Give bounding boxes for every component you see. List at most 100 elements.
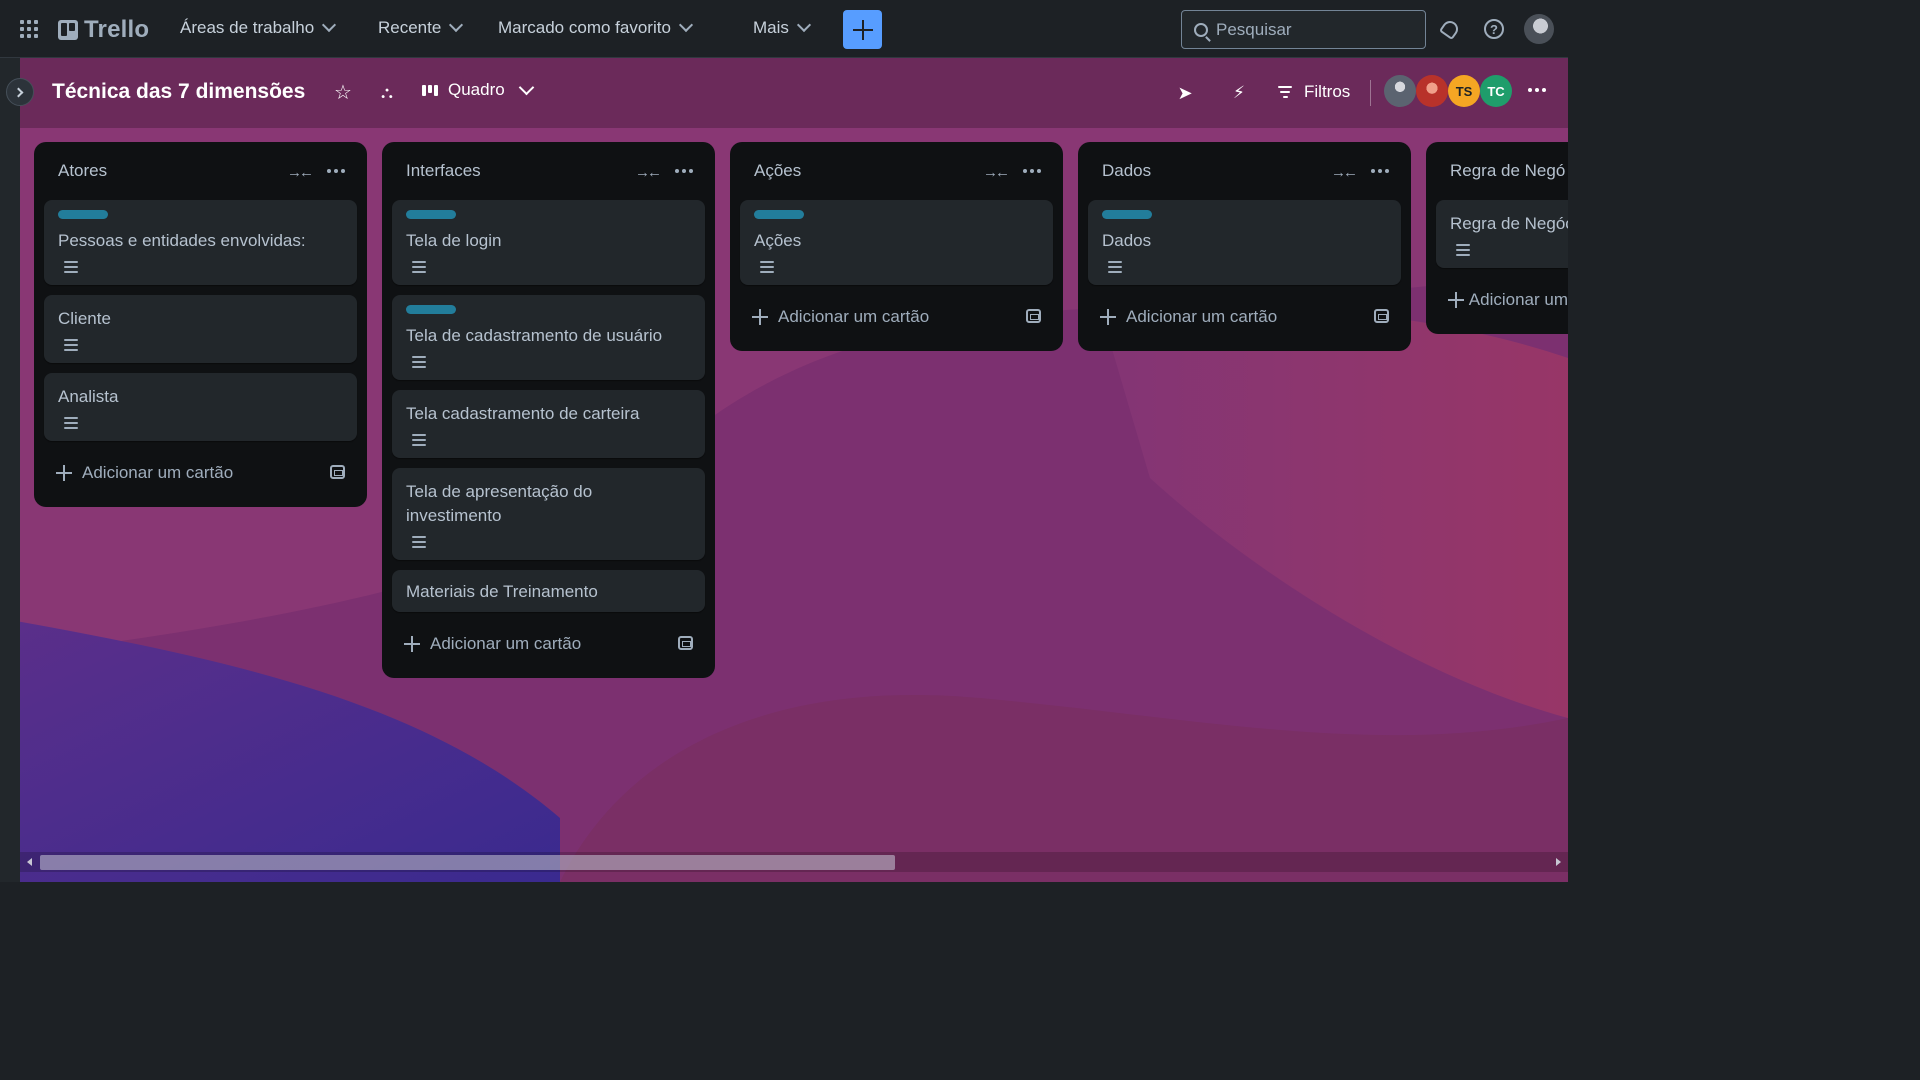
- list-menu-icon[interactable]: [675, 169, 693, 173]
- card-title: Cliente: [58, 309, 111, 328]
- card-label[interactable]: [406, 210, 456, 219]
- list-title[interactable]: Dados: [1102, 161, 1151, 181]
- chevron-down-icon: [322, 17, 337, 33]
- nav-workspaces[interactable]: Áreas de trabalho: [180, 17, 337, 38]
- nav-starred[interactable]: Marcado como favorito: [498, 17, 693, 38]
- collapse-list-icon[interactable]: →←: [983, 164, 1010, 181]
- card-title: Tela de login: [406, 231, 502, 250]
- card-label[interactable]: [58, 210, 108, 219]
- card-title: Ações: [754, 231, 802, 250]
- search-box[interactable]: [1181, 10, 1426, 49]
- app-switcher-icon[interactable]: [18, 18, 40, 40]
- plus-icon: [1100, 309, 1116, 325]
- list-title[interactable]: Atores: [58, 161, 107, 181]
- list-menu-icon[interactable]: [327, 169, 345, 173]
- card-template-icon[interactable]: [1374, 309, 1389, 323]
- star-icon[interactable]: ☆: [332, 82, 354, 104]
- top-navigation-bar: Trello Áreas de trabalho Recente Marcado…: [0, 0, 1568, 58]
- sidebar-toggle-button[interactable]: [6, 78, 34, 106]
- plus-icon: [752, 309, 768, 325]
- chevron-down-icon: [796, 17, 811, 33]
- nav-more[interactable]: Mais: [753, 17, 811, 38]
- nav-more-label: Mais: [753, 18, 789, 37]
- member-avatar[interactable]: [1416, 75, 1448, 107]
- notifications-button[interactable]: [1438, 17, 1462, 41]
- help-icon: ?: [1484, 19, 1504, 39]
- list-header[interactable]: Atores →←: [44, 142, 357, 200]
- collapse-list-icon[interactable]: →←: [287, 164, 314, 181]
- list-menu-icon[interactable]: [1023, 169, 1041, 173]
- plus-icon: [1448, 292, 1464, 308]
- board-canvas: Técnica das 7 dimensões ☆ ⛬ Quadro ➤ ⚡ F…: [0, 58, 1568, 882]
- card[interactable]: Materiais de Treinamento: [392, 570, 705, 612]
- card-template-icon[interactable]: [1026, 309, 1041, 323]
- trello-logo[interactable]: Trello: [58, 16, 149, 44]
- board-title[interactable]: Técnica das 7 dimensões: [52, 80, 305, 104]
- card-title: Regra de Negóc: [1450, 214, 1568, 233]
- card[interactable]: Tela de login: [392, 200, 705, 285]
- card[interactable]: Tela cadastramento de carteira: [392, 390, 705, 458]
- filters-button[interactable]: Filtros: [1278, 82, 1350, 102]
- account-avatar[interactable]: [1524, 14, 1554, 44]
- card[interactable]: Tela de cadastramento de usuário: [392, 295, 705, 380]
- list-header[interactable]: Dados →←: [1088, 142, 1401, 200]
- card-title: Tela de apresentação do investimento: [406, 482, 593, 525]
- description-icon: [64, 261, 78, 273]
- automation-icon[interactable]: ⚡: [1228, 82, 1250, 104]
- list-title[interactable]: Ações: [754, 161, 801, 181]
- nav-recent-label: Recente: [378, 18, 442, 37]
- description-icon: [412, 261, 426, 273]
- search-input[interactable]: [1216, 19, 1406, 40]
- nav-recent[interactable]: Recente: [378, 17, 464, 38]
- search-icon: [1194, 22, 1208, 37]
- add-card-button[interactable]: Adicionar um cartão: [740, 295, 1053, 339]
- list-acoes: Ações →← Ações Adicionar um cartão: [730, 142, 1063, 351]
- list-header[interactable]: Regra de Negó: [1436, 142, 1568, 200]
- workspace-visibility-icon[interactable]: ⛬: [376, 82, 398, 104]
- plus-icon: [852, 19, 873, 40]
- scroll-right-arrow-icon[interactable]: [1556, 858, 1561, 866]
- card[interactable]: Cliente: [44, 295, 357, 363]
- add-card-button[interactable]: Adicionar um: [1436, 278, 1568, 322]
- add-card-button[interactable]: Adicionar um cartão: [1088, 295, 1401, 339]
- card-label[interactable]: [406, 305, 456, 314]
- list-title[interactable]: Regra de Negó: [1450, 161, 1565, 181]
- card-title: Tela cadastramento de carteira: [406, 404, 640, 423]
- card[interactable]: Ações: [740, 200, 1053, 285]
- list-header[interactable]: Interfaces →←: [392, 142, 705, 200]
- card-template-icon[interactable]: [330, 465, 345, 479]
- card[interactable]: Analista: [44, 373, 357, 441]
- card-label[interactable]: [754, 210, 804, 219]
- member-avatar-tc[interactable]: TC: [1480, 75, 1512, 107]
- power-ups-icon[interactable]: ➤: [1174, 82, 1196, 104]
- member-avatar[interactable]: [1384, 75, 1416, 107]
- board-menu-icon[interactable]: [1528, 88, 1546, 92]
- scrollbar-thumb[interactable]: [40, 855, 895, 870]
- card-template-icon[interactable]: [678, 636, 693, 650]
- card[interactable]: Pessoas e entidades envolvidas:: [44, 200, 357, 285]
- scroll-left-arrow-icon[interactable]: [27, 858, 32, 866]
- list-menu-icon[interactable]: [1371, 169, 1389, 173]
- card[interactable]: Tela de apresentação do investimento: [392, 468, 705, 560]
- list-header[interactable]: Ações →←: [740, 142, 1053, 200]
- list-title[interactable]: Interfaces: [406, 161, 481, 181]
- plus-icon: [56, 465, 72, 481]
- card[interactable]: Dados: [1088, 200, 1401, 285]
- card-title: Analista: [58, 387, 119, 406]
- add-card-button[interactable]: Adicionar um cartão: [44, 451, 357, 495]
- card-title: Materiais de Treinamento: [406, 582, 598, 601]
- help-button[interactable]: ?: [1482, 17, 1506, 41]
- card[interactable]: Regra de Negóc: [1436, 200, 1568, 268]
- member-avatar-ts[interactable]: TS: [1448, 75, 1480, 107]
- plus-icon: [404, 636, 420, 652]
- collapse-list-icon[interactable]: →←: [635, 164, 662, 181]
- horizontal-scrollbar[interactable]: [20, 852, 1568, 872]
- chevron-right-icon: [13, 87, 24, 97]
- collapse-list-icon[interactable]: →←: [1331, 164, 1358, 181]
- description-icon: [1456, 244, 1470, 256]
- card-label[interactable]: [1102, 210, 1152, 219]
- chevron-down-icon: [518, 79, 534, 95]
- board-view-switcher[interactable]: Quadro: [422, 79, 534, 100]
- add-card-button[interactable]: Adicionar um cartão: [392, 622, 705, 666]
- create-button[interactable]: [843, 10, 882, 49]
